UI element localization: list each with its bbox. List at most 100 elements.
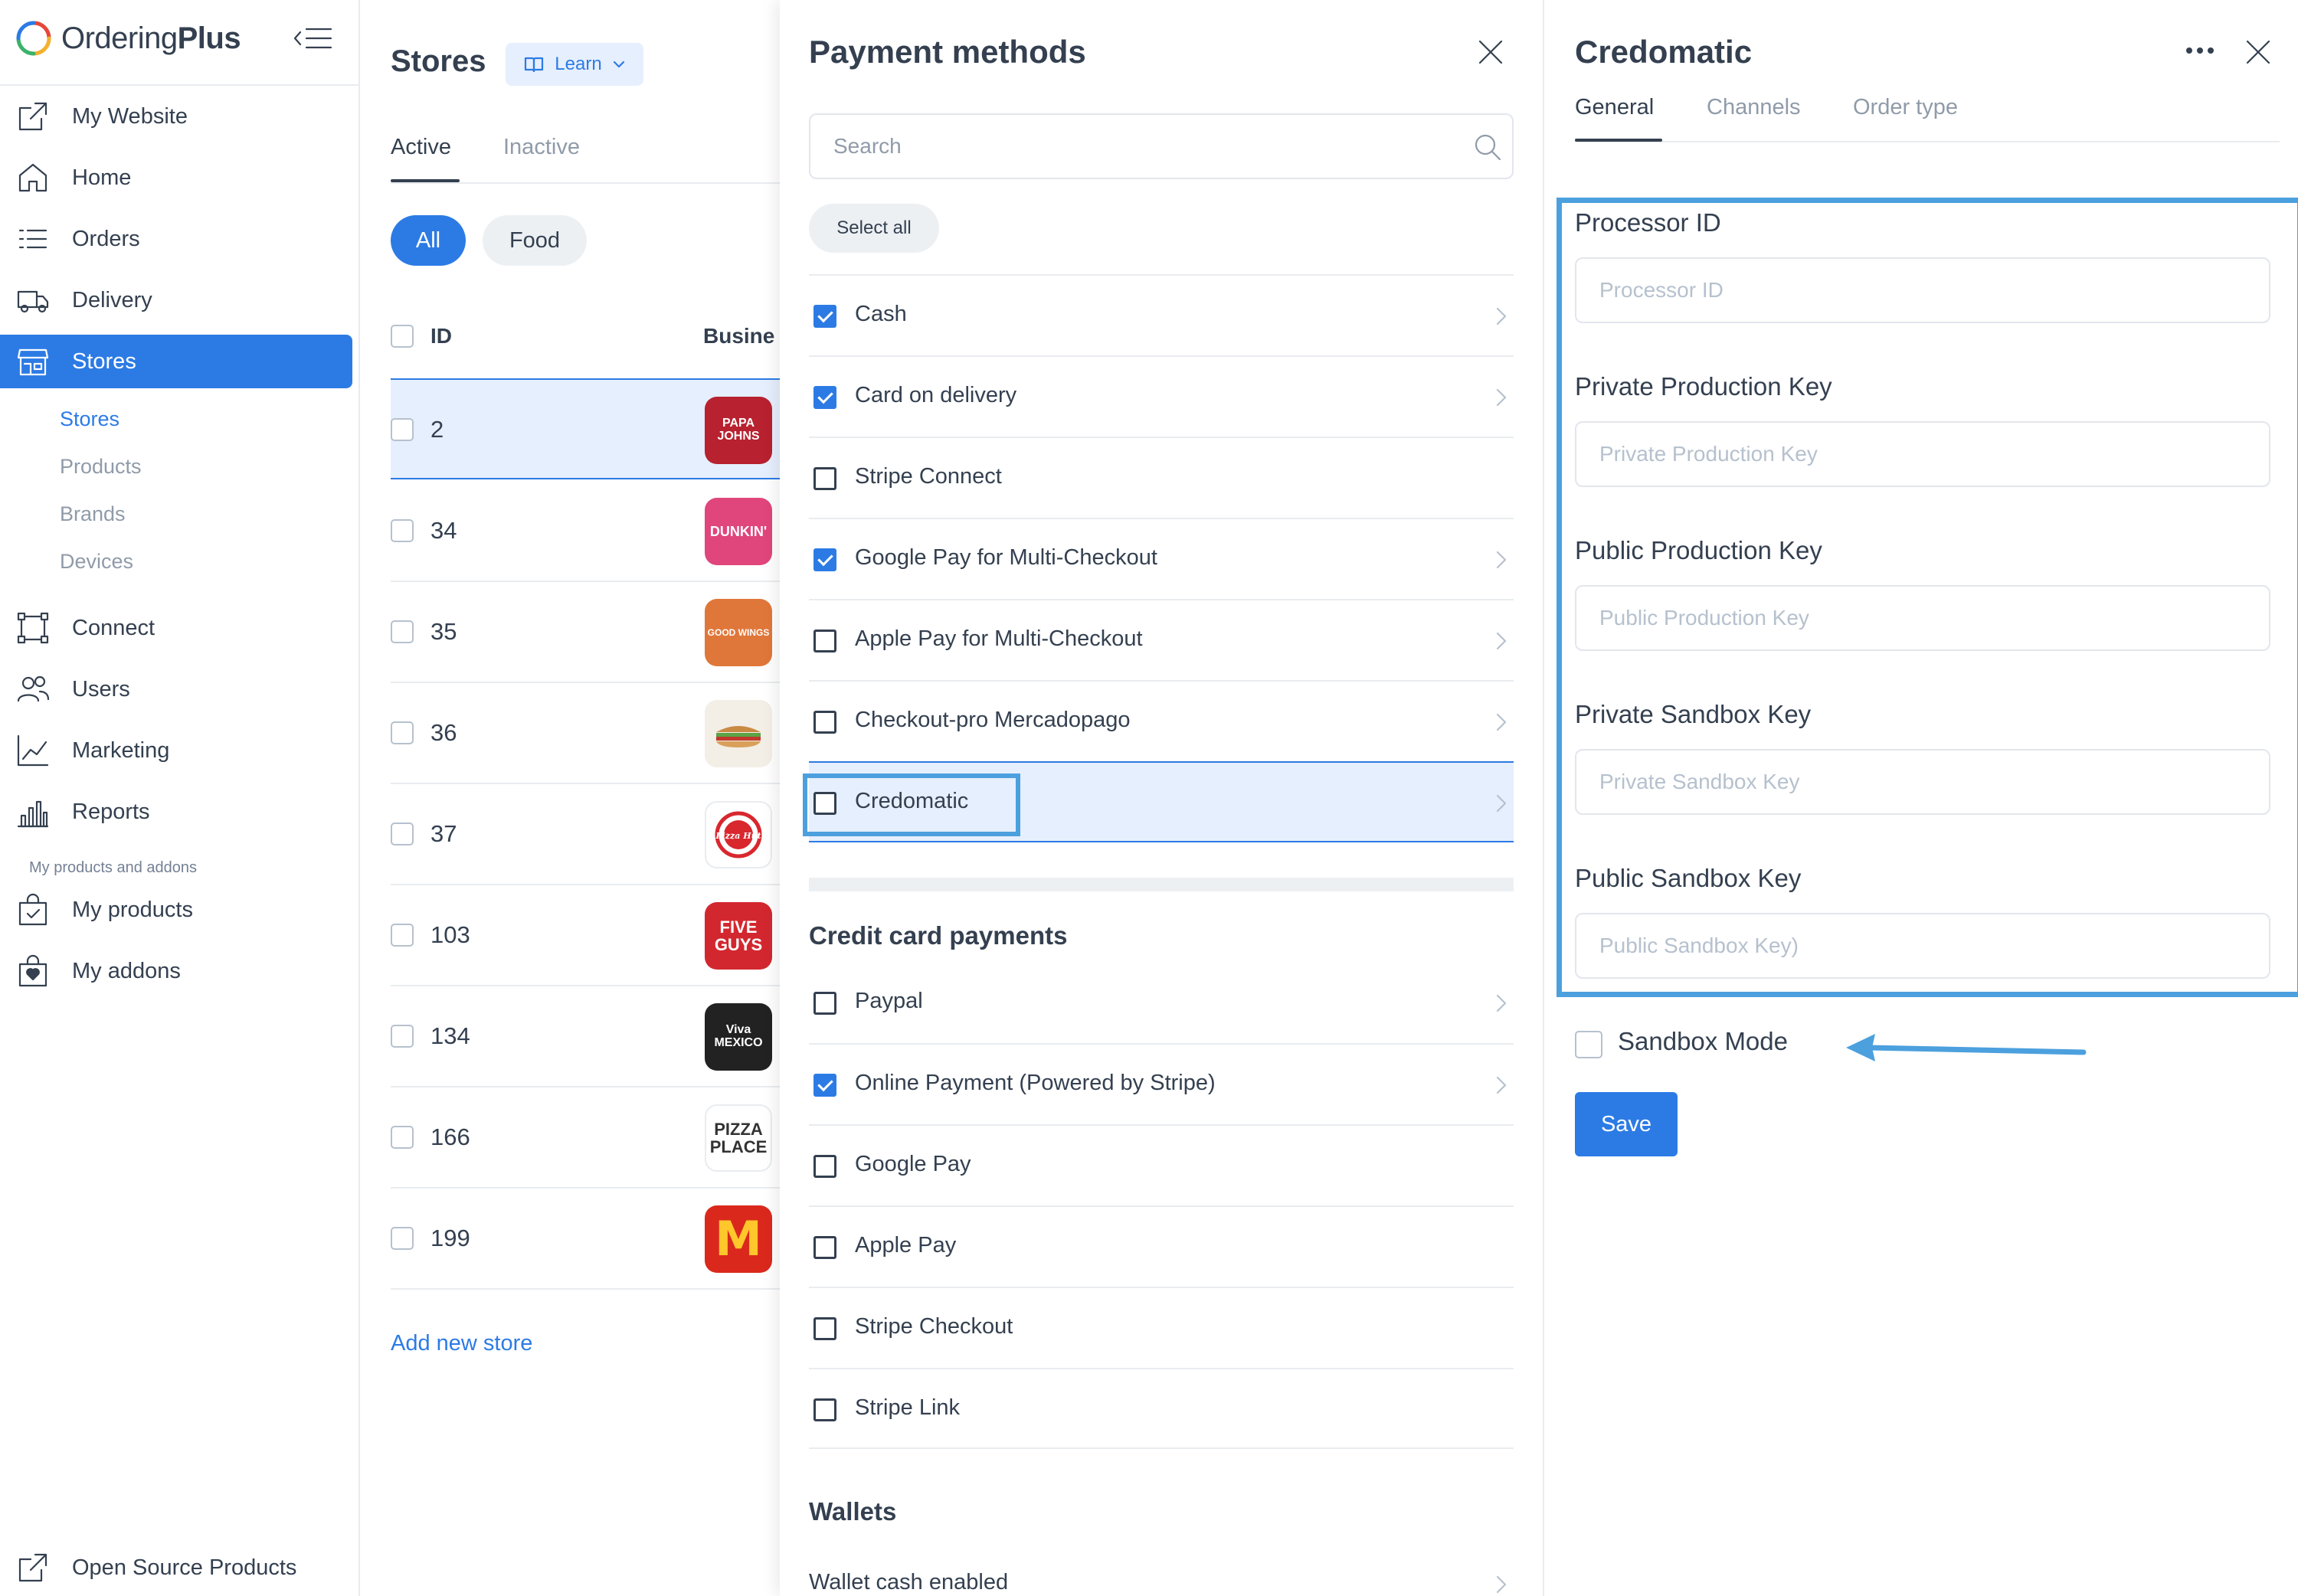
row-checkbox[interactable] — [391, 1025, 414, 1048]
method-checkbox[interactable] — [813, 386, 836, 409]
payment-method-stripe-checkout[interactable]: Stripe Checkout — [809, 1287, 1514, 1368]
payment-method-cash[interactable]: Cash — [809, 274, 1514, 355]
home-icon — [18, 163, 47, 192]
section-title-credit-card: Credit card payments — [809, 921, 1068, 950]
tab-general[interactable]: General — [1575, 95, 1654, 120]
method-checkbox[interactable] — [813, 1398, 836, 1421]
subnav-stores[interactable]: Stores — [60, 407, 119, 431]
nav-my-website[interactable]: My Website — [0, 90, 352, 143]
store-logo: PAPA JOHNS — [705, 397, 772, 464]
tab-order-type[interactable]: Order type — [1853, 95, 1958, 120]
more-options-icon[interactable] — [2185, 43, 2215, 58]
payment-method-stripe-online[interactable]: Online Payment (Powered by Stripe) — [809, 1043, 1514, 1124]
method-checkbox[interactable] — [813, 305, 836, 328]
method-checkbox[interactable] — [813, 1074, 836, 1097]
close-icon[interactable] — [1474, 35, 1507, 69]
private-sandbox-key-input[interactable] — [1575, 749, 2270, 815]
tab-active[interactable]: Active — [391, 135, 451, 160]
nav-orders[interactable]: Orders — [0, 212, 352, 266]
method-checkbox[interactable] — [813, 711, 836, 734]
sandbox-mode-checkbox[interactable] — [1575, 1031, 1602, 1058]
app-logo[interactable]: OrderingPlus — [15, 18, 241, 58]
store-logo: PIZZA PLACE — [705, 1104, 772, 1172]
payment-method-stripe-connect[interactable]: Stripe Connect — [809, 437, 1514, 518]
processor-id-input[interactable] — [1575, 257, 2270, 323]
payment-method-apple-pay-multi[interactable]: Apple Pay for Multi-Checkout — [809, 599, 1514, 680]
payment-method-paypal[interactable]: Paypal — [809, 963, 1514, 1044]
nav-open-source-products[interactable]: Open Source Products — [0, 1541, 352, 1594]
method-checkbox[interactable] — [813, 992, 836, 1015]
method-checkbox[interactable] — [813, 467, 836, 490]
payment-method-google-pay[interactable]: Google Pay — [809, 1124, 1514, 1205]
subnav-devices[interactable]: Devices — [60, 550, 133, 574]
subnav-products[interactable]: Products — [60, 455, 142, 479]
search-input[interactable] — [833, 129, 1446, 164]
public-production-key-input[interactable] — [1575, 585, 2270, 651]
nav-my-addons[interactable]: My addons — [0, 944, 352, 998]
chevron-right-icon — [1496, 1575, 1507, 1594]
collapse-sidebar-icon[interactable] — [293, 23, 332, 54]
filter-chip-all[interactable]: All — [391, 215, 466, 266]
payment-method-card-on-delivery[interactable]: Card on delivery — [809, 355, 1514, 437]
panel-title: Payment methods — [809, 34, 1086, 70]
table-row[interactable]: 199 M — [391, 1189, 780, 1290]
table-row[interactable]: 35 GOOD WINGS — [391, 582, 780, 683]
row-checkbox[interactable] — [391, 924, 414, 947]
store-logo: GOOD WINGS — [705, 599, 772, 666]
payment-method-stripe-link[interactable]: Stripe Link — [809, 1368, 1514, 1449]
row-checkbox[interactable] — [391, 1126, 414, 1149]
payment-method-credomatic[interactable]: Credomatic — [809, 761, 1514, 842]
learn-button[interactable]: Learn — [506, 43, 643, 86]
wallet-cash-enabled[interactable]: Wallet cash enabled — [809, 1544, 1514, 1596]
private-production-key-input[interactable] — [1575, 421, 2270, 487]
select-all-button[interactable]: Select all — [809, 204, 939, 253]
public-sandbox-key-input[interactable] — [1575, 913, 2270, 979]
nav-my-products[interactable]: My products — [0, 883, 352, 937]
nav-users[interactable]: Users — [0, 662, 352, 716]
tab-inactive[interactable]: Inactive — [503, 135, 580, 160]
table-row[interactable]: 166 PIZZA PLACE — [391, 1087, 780, 1189]
payment-methods-panel: Payment methods Select all Cash Card on … — [780, 0, 1544, 1596]
payment-method-apple-pay[interactable]: Apple Pay — [809, 1205, 1514, 1287]
table-row[interactable]: 37 Pizza Hut — [391, 784, 780, 885]
bag-heart-icon — [18, 954, 47, 987]
close-icon[interactable] — [2241, 35, 2275, 69]
method-checkbox[interactable] — [813, 630, 836, 652]
row-checkbox[interactable] — [391, 620, 414, 643]
book-icon — [525, 57, 544, 73]
payment-method-mercadopago[interactable]: Checkout-pro Mercadopago — [809, 680, 1514, 761]
row-checkbox[interactable] — [391, 823, 414, 845]
row-checkbox[interactable] — [391, 519, 414, 542]
method-checkbox[interactable] — [813, 792, 836, 815]
method-checkbox[interactable] — [813, 1317, 836, 1340]
table-row[interactable]: 103 FIVE GUYS — [391, 885, 780, 986]
nav-marketing[interactable]: Marketing — [0, 724, 352, 777]
add-new-store-link[interactable]: Add new store — [391, 1331, 532, 1356]
table-row[interactable]: 34 DUNKIN' — [391, 481, 780, 582]
store-id: 199 — [430, 1225, 470, 1251]
payment-method-google-pay-multi[interactable]: Google Pay for Multi-Checkout — [809, 518, 1514, 599]
nav-reports[interactable]: Reports — [0, 785, 352, 839]
credomatic-panel: Credomatic General Channels Order type P… — [1544, 0, 2298, 1596]
nav-label: Reports — [72, 799, 150, 824]
subnav-brands[interactable]: Brands — [60, 502, 126, 526]
tab-channels[interactable]: Channels — [1707, 95, 1801, 120]
method-checkbox[interactable] — [813, 1155, 836, 1178]
row-checkbox[interactable] — [391, 721, 414, 744]
store-icon — [17, 348, 49, 376]
row-checkbox[interactable] — [391, 418, 414, 441]
select-all-checkbox[interactable] — [391, 325, 414, 348]
nav-connect[interactable]: Connect — [0, 601, 352, 655]
nav-home[interactable]: Home — [0, 151, 352, 204]
nav-delivery[interactable]: Delivery — [0, 273, 352, 327]
method-checkbox[interactable] — [813, 1236, 836, 1259]
method-checkbox[interactable] — [813, 548, 836, 571]
table-row[interactable]: 36 — [391, 683, 780, 784]
table-row[interactable]: 134 Viva MEXICO — [391, 986, 780, 1087]
chevron-right-icon — [1496, 1076, 1507, 1094]
nav-stores[interactable]: Stores — [0, 335, 352, 388]
row-checkbox[interactable] — [391, 1227, 414, 1250]
save-button[interactable]: Save — [1575, 1092, 1678, 1156]
table-row[interactable]: 2 PAPA JOHNS — [391, 378, 780, 479]
filter-chip-food[interactable]: Food — [483, 215, 587, 266]
